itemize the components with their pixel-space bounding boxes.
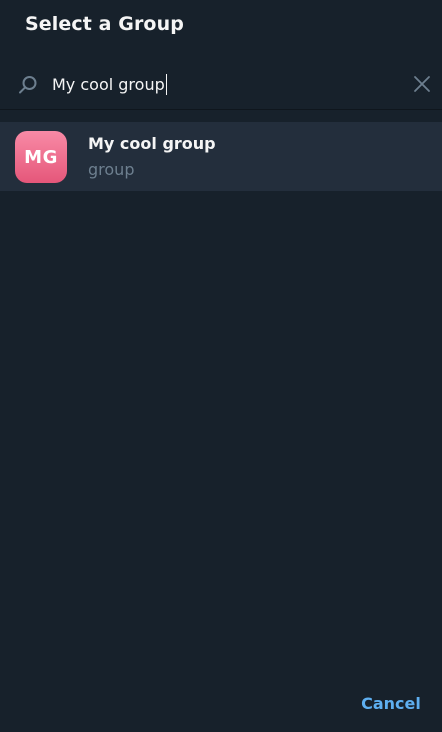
- list-item[interactable]: MG My cool group group: [0, 122, 442, 191]
- dialog-title: Select a Group: [25, 13, 184, 35]
- select-group-dialog: Select a Group My cool group MG My cool …: [0, 0, 442, 732]
- group-subtitle: group: [88, 160, 135, 179]
- search-bar: My cool group: [0, 59, 442, 109]
- group-name: My cool group: [88, 134, 216, 153]
- search-input[interactable]: My cool group: [52, 71, 392, 97]
- divider: [0, 109, 442, 110]
- search-icon: [19, 76, 37, 94]
- text-caret: [165, 73, 167, 95]
- cancel-button[interactable]: Cancel: [351, 686, 431, 720]
- close-icon[interactable]: [412, 74, 432, 94]
- avatar: MG: [15, 131, 67, 183]
- group-list: MG My cool group group: [0, 122, 442, 191]
- avatar-initials: MG: [24, 146, 58, 168]
- search-input-value: My cool group: [52, 74, 165, 94]
